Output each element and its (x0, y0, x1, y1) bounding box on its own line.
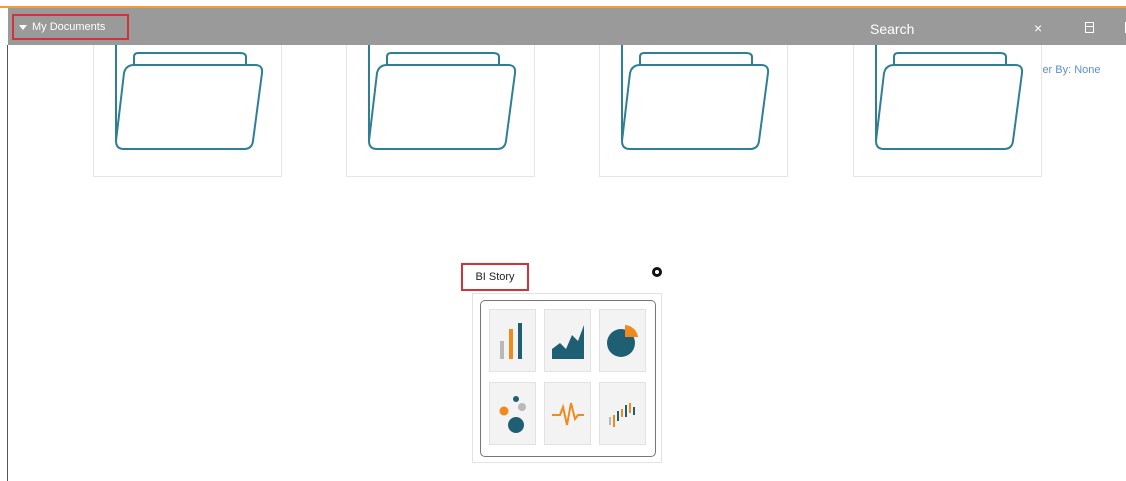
mixed-bar-chart-tile[interactable] (599, 382, 646, 445)
mixed-bar-chart-icon (608, 402, 635, 427)
left-border (7, 45, 8, 481)
order-by-link[interactable]: ler By: None (1040, 64, 1101, 76)
area-chart-tile[interactable] (544, 309, 591, 372)
area-chart-icon (551, 324, 584, 359)
gear-icon[interactable] (652, 267, 662, 277)
bar-chart-tile[interactable] (489, 309, 536, 372)
my-documents-button[interactable]: My Documents (12, 14, 129, 40)
line-chart-tile[interactable] (544, 382, 591, 445)
folder-icon (368, 45, 517, 150)
folder-card[interactable] (346, 45, 535, 177)
my-documents-label: My Documents (32, 21, 106, 33)
header-bar: My Documents × (8, 8, 1126, 45)
folder-icon (875, 45, 1024, 150)
bar-chart-icon (499, 322, 522, 359)
bi-story-title: BI Story (461, 263, 529, 291)
search-input[interactable] (868, 18, 1022, 40)
close-icon[interactable]: × (1034, 20, 1042, 36)
folder-icon (621, 45, 770, 150)
caret-down-icon (19, 24, 27, 30)
bubble-chart-tile[interactable] (489, 382, 536, 445)
bi-story-card[interactable] (472, 293, 662, 463)
bubble-chart-icon (499, 395, 526, 433)
folder-card[interactable] (599, 45, 788, 177)
line-chart-icon (551, 402, 584, 425)
folder-card[interactable] (93, 45, 282, 177)
folder-icon (115, 45, 264, 150)
pie-chart-tile[interactable] (599, 309, 646, 372)
folder-card[interactable] (853, 45, 1042, 177)
pie-chart-icon (606, 324, 638, 357)
bi-story-thumbnail (480, 300, 656, 457)
layout-view-icon[interactable] (1085, 22, 1094, 33)
